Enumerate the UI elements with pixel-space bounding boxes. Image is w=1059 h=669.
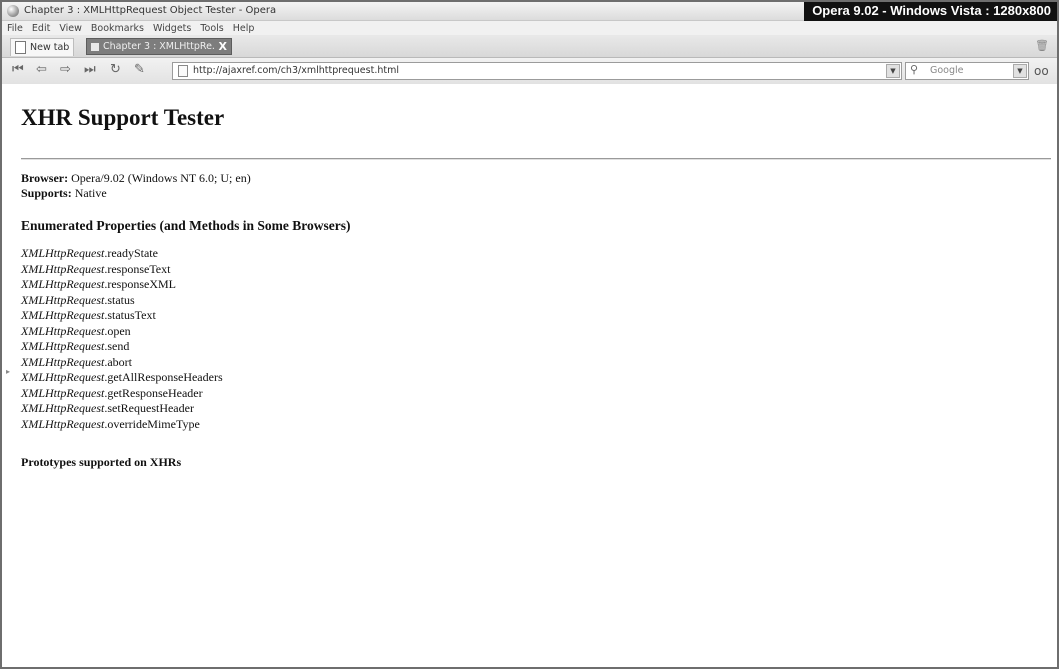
forward-icon[interactable]: ⇨ xyxy=(60,63,71,77)
opera-logo-icon xyxy=(7,5,19,17)
page-icon xyxy=(178,65,188,77)
property-item: XMLHttpRequest.getAllResponseHeaders xyxy=(21,370,223,386)
tab-bar: New tab Chapter 3 : XMLHttpRe... X 🗑 xyxy=(2,35,1057,58)
environment-badge: Opera 9.02 - Windows Vista : 1280x800 xyxy=(804,2,1057,21)
property-item: XMLHttpRequest.responseXML xyxy=(21,277,223,293)
horizontal-rule xyxy=(21,158,1051,160)
address-input[interactable]: http://ajaxref.com/ch3/xmlhttprequest.ht… xyxy=(193,65,399,76)
property-item: XMLHttpRequest.send xyxy=(21,339,223,355)
object-name: XMLHttpRequest xyxy=(21,308,105,322)
trash-icon[interactable]: 🗑 xyxy=(1035,39,1049,52)
page-title: XHR Support Tester xyxy=(21,105,225,130)
property-item: XMLHttpRequest.status xyxy=(21,293,223,309)
object-name: XMLHttpRequest xyxy=(21,323,105,338)
address-dropdown-icon[interactable]: ▼ xyxy=(886,64,900,78)
tab-label: Chapter 3 : XMLHttpRe... xyxy=(103,41,215,52)
property-item: XMLHttpRequest.readyState xyxy=(21,246,223,262)
search-box[interactable]: ⚲ Google ▼ xyxy=(905,62,1029,80)
property-list: XMLHttpRequest.readyState XMLHttpRequest… xyxy=(21,246,223,432)
new-tab-label: New tab xyxy=(30,42,70,53)
property-name: .responseText xyxy=(104,261,171,276)
supports-info: Supports: Native xyxy=(21,186,107,201)
menu-help[interactable]: Help xyxy=(233,23,255,34)
property-item: XMLHttpRequest.open xyxy=(21,324,223,340)
object-name: XMLHttpRequest xyxy=(21,385,105,400)
browser-info: Browser: Opera/9.02 (Windows NT 6.0; U; … xyxy=(21,171,251,186)
property-name: .getAllResponseHeaders xyxy=(104,370,223,384)
property-item: XMLHttpRequest.responseText xyxy=(21,262,223,278)
menu-file[interactable]: File xyxy=(7,23,23,34)
object-name: XMLHttpRequest xyxy=(21,292,105,307)
browser-window: Chapter 3 : XMLHttpRequest Object Tester… xyxy=(0,0,1059,669)
menu-bar: File Edit View Bookmarks Widgets Tools H… xyxy=(2,21,1057,35)
property-item: XMLHttpRequest.overrideMimeType xyxy=(21,417,223,433)
menu-bookmarks[interactable]: Bookmarks xyxy=(91,23,144,34)
property-item: XMLHttpRequest.getResponseHeader xyxy=(21,386,223,402)
property-name: .setRequestHeader xyxy=(104,401,194,415)
object-name: XMLHttpRequest xyxy=(21,261,105,276)
property-item: XMLHttpRequest.setRequestHeader xyxy=(21,401,223,417)
section-title: Enumerated Properties (and Methods in So… xyxy=(21,218,351,233)
title-bar: Chapter 3 : XMLHttpRequest Object Tester… xyxy=(2,2,1057,21)
supports-value: Native xyxy=(74,186,107,200)
back-icon[interactable]: ⇦ xyxy=(36,63,47,77)
glasses-icon[interactable]: oo xyxy=(1034,64,1049,78)
property-name: .status xyxy=(104,292,135,307)
panel-toggle-icon[interactable]: ▸ xyxy=(6,367,10,376)
property-name: .abort xyxy=(104,354,132,369)
prototypes-title: Prototypes supported on XHRs xyxy=(21,455,182,469)
property-name: .send xyxy=(104,339,130,353)
search-icon: ⚲ xyxy=(910,63,919,76)
navigation-bar: ⏮ ⇦ ⇨ ⏭ ↻ ✎ http://ajaxref.com/ch3/xmlht… xyxy=(2,58,1057,85)
property-name: .open xyxy=(104,323,131,338)
address-bar[interactable]: http://ajaxref.com/ch3/xmlhttprequest.ht… xyxy=(172,62,902,80)
object-name: XMLHttpRequest xyxy=(21,277,105,291)
property-name: .overrideMimeType xyxy=(104,416,200,431)
object-name: XMLHttpRequest xyxy=(21,416,105,431)
edit-icon[interactable]: ✎ xyxy=(134,63,145,77)
object-name: XMLHttpRequest xyxy=(21,370,105,384)
new-page-icon xyxy=(15,41,26,54)
property-item: XMLHttpRequest.statusText xyxy=(21,308,223,324)
property-item: XMLHttpRequest.abort xyxy=(21,355,223,371)
property-name: .getResponseHeader xyxy=(104,385,203,400)
menu-view[interactable]: View xyxy=(59,23,82,34)
new-tab-button[interactable]: New tab xyxy=(10,38,75,56)
rewind-icon[interactable]: ⏮ xyxy=(12,63,24,77)
menu-edit[interactable]: Edit xyxy=(32,23,50,34)
object-name: XMLHttpRequest xyxy=(21,339,105,353)
window-title: Chapter 3 : XMLHttpRequest Object Tester… xyxy=(24,5,277,16)
property-name: .responseXML xyxy=(104,277,176,291)
supports-label: Supports: xyxy=(21,186,72,200)
page-content: XHR Support Tester Browser: Opera/9.02 (… xyxy=(2,84,1057,667)
object-name: XMLHttpRequest xyxy=(21,354,105,369)
tab-active-page[interactable]: Chapter 3 : XMLHttpRe... X xyxy=(86,38,232,55)
search-input[interactable]: Google xyxy=(930,65,964,76)
menu-widgets[interactable]: Widgets xyxy=(153,23,191,34)
property-name: .readyState xyxy=(104,246,158,260)
browser-value: Opera/9.02 (Windows NT 6.0; U; en) xyxy=(71,171,251,185)
menu-tools[interactable]: Tools xyxy=(200,23,223,34)
browser-label: Browser: xyxy=(21,171,69,185)
object-name: XMLHttpRequest xyxy=(21,401,105,415)
property-name: .statusText xyxy=(104,308,156,322)
tab-close-icon[interactable]: X xyxy=(219,40,227,53)
page-favicon-icon xyxy=(91,42,99,51)
search-dropdown-icon[interactable]: ▼ xyxy=(1013,64,1027,78)
reload-icon[interactable]: ↻ xyxy=(110,63,121,77)
fast-forward-icon[interactable]: ⏭ xyxy=(84,63,96,77)
object-name: XMLHttpRequest xyxy=(21,246,105,260)
